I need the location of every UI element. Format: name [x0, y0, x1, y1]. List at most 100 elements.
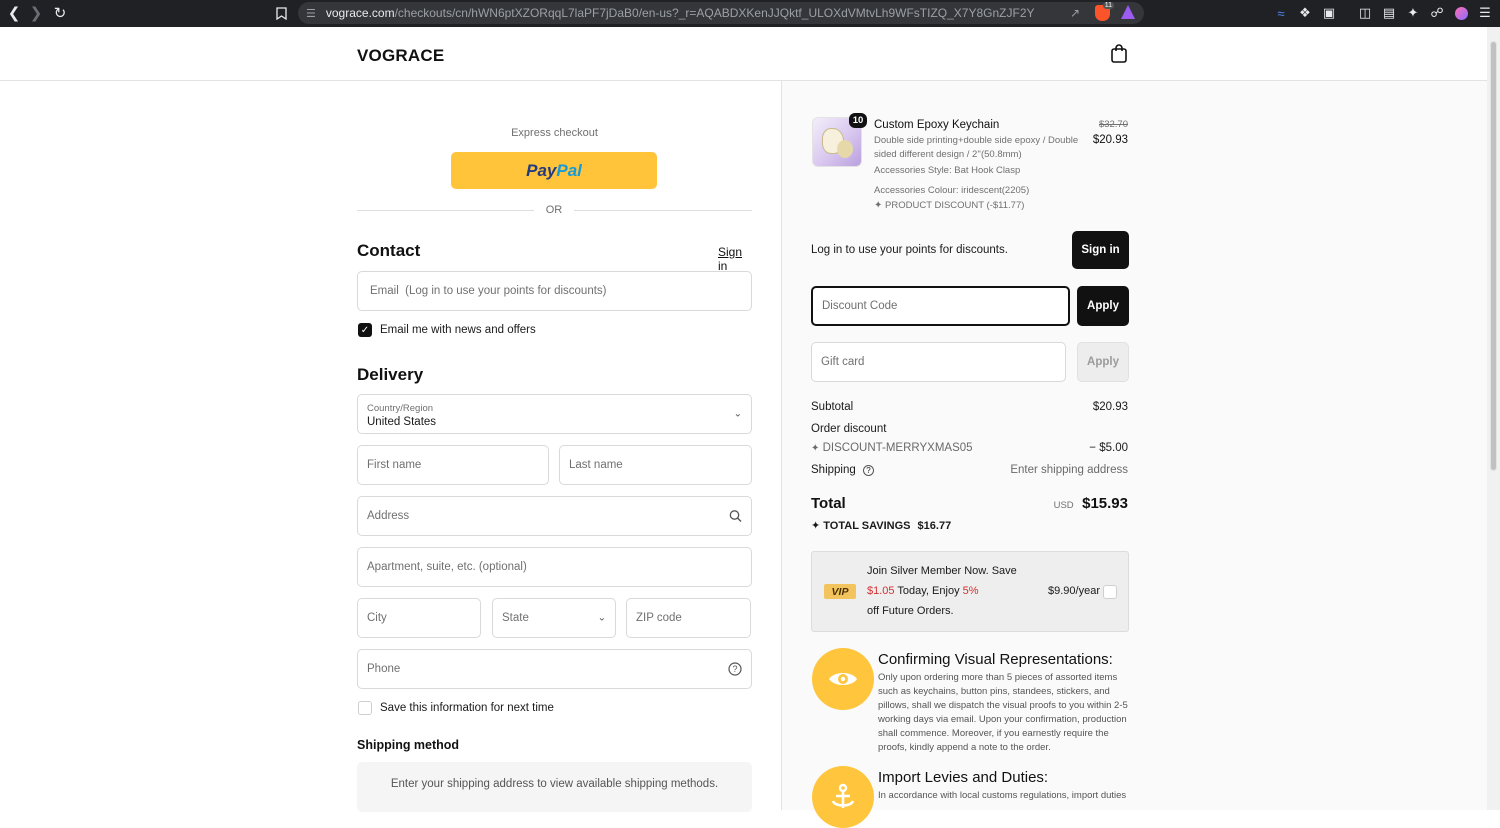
discounted-price: $20.93 — [1092, 134, 1128, 146]
newsletter-checkbox[interactable]: ✓ — [358, 323, 372, 337]
country-select[interactable]: Country/Region United States ⌄ — [357, 394, 752, 434]
points-sign-in-button[interactable]: Sign in — [1072, 231, 1129, 269]
url-text: vograce.com/checkouts/cn/hWN6ptXZORqqL7l… — [325, 6, 1035, 20]
shopping-bag-icon[interactable] — [1110, 43, 1128, 63]
address-placeholder: Address — [367, 510, 410, 522]
shipping-message: Enter your shipping address to view avai… — [390, 778, 719, 790]
sign-in-link[interactable]: Sign in — [718, 245, 752, 273]
back-icon[interactable]: ❮ — [3, 2, 25, 24]
first-name-field[interactable]: First name — [357, 445, 549, 485]
help-icon[interactable]: ? — [728, 662, 742, 676]
bookmark-icon[interactable] — [272, 4, 290, 22]
discount-code-input[interactable]: Discount Code — [811, 286, 1070, 326]
share-icon[interactable]: ↗ — [1070, 6, 1080, 20]
paypal-button[interactable]: Pay Pal — [451, 152, 657, 189]
wallet-connect-icon[interactable]: ≈ — [1272, 4, 1290, 22]
sidebar-icon[interactable]: ◫ — [1356, 4, 1374, 22]
extensions-icon[interactable]: ❖ — [1296, 4, 1314, 22]
vip-checkbox[interactable] — [1103, 585, 1117, 599]
state-placeholder: State — [502, 612, 529, 624]
info-body-visual: Only upon ordering more than 5 pieces of… — [878, 672, 1128, 753]
newsletter-label: Email me with news and offers — [380, 324, 536, 336]
express-checkout-label: Express checkout — [511, 127, 598, 139]
search-icon — [729, 510, 742, 522]
vip-today: Today, — [897, 585, 929, 597]
vip-enjoy: Enjoy — [932, 585, 960, 597]
shipping-methods-placeholder: Enter your shipping address to view avai… — [357, 762, 752, 812]
zip-field[interactable]: ZIP code — [626, 598, 751, 638]
help-icon[interactable]: ? — [862, 465, 874, 476]
country-label: Country/Region — [367, 403, 434, 414]
state-select[interactable]: State ⌄ — [492, 598, 616, 638]
total-savings-label: TOTAL SAVINGS — [823, 520, 911, 532]
zip-placeholder: ZIP code — [636, 612, 682, 624]
product-variant: Double side printing+double side epoxy /… — [874, 135, 1079, 160]
leo-ai-icon[interactable]: ✦ — [1404, 4, 1422, 22]
gift-card-placeholder: Gift card — [821, 356, 865, 368]
vip-line2: $1.05 Today, Enjoy 5% — [867, 585, 979, 597]
shipping-label: Shipping ? — [811, 464, 874, 476]
total-label: Total — [811, 495, 846, 512]
save-info-checkbox[interactable] — [358, 701, 372, 715]
city-field[interactable]: City — [357, 598, 481, 638]
country-value: United States — [367, 416, 437, 428]
first-name-placeholder: First name — [367, 459, 422, 471]
total-savings-value: $16.77 — [917, 520, 952, 532]
last-name-field[interactable]: Last name — [559, 445, 752, 485]
site-header: VOGRACE — [0, 27, 1487, 81]
info-title-levies: Import Levies and Duties: — [878, 769, 1049, 786]
contact-heading: Contact — [357, 241, 421, 260]
subtotal-label: Subtotal — [811, 401, 854, 413]
address-bar[interactable]: ☰ vograce.com/checkouts/cn/hWN6ptXZORqqL… — [298, 2, 1144, 24]
product-title: Custom Epoxy Keychain — [874, 119, 1000, 131]
menu-icon[interactable]: ☰ — [1476, 4, 1494, 22]
shipping-label-text: Shipping — [811, 464, 856, 476]
product-colour: Accessories Colour: iridescent(2205) — [874, 185, 1030, 196]
last-name-placeholder: Last name — [569, 459, 623, 471]
order-discount-label: Order discount — [811, 423, 887, 435]
city-placeholder: City — [367, 612, 387, 624]
total-amount: USD $15.93 — [1040, 495, 1128, 513]
forward-icon[interactable]: ❯ — [25, 2, 47, 24]
product-discount-label: PRODUCT DISCOUNT (-$11.77) — [885, 200, 1025, 211]
phone-field[interactable]: Phone ? — [357, 649, 752, 689]
total-savings: ✦ TOTAL SAVINGS $16.77 — [811, 519, 951, 532]
product-style: Accessories Style: Bat Hook Clasp — [874, 165, 1021, 176]
tag-icon: ✦ — [874, 200, 883, 211]
logo[interactable]: VOGRACE — [357, 46, 444, 66]
screenshot-icon[interactable]: ▣ — [1320, 4, 1338, 22]
product-discount: ✦ PRODUCT DISCOUNT (-$11.77) — [874, 199, 1024, 213]
save-info-label: Save this information for next time — [380, 702, 554, 714]
scrollbar-thumb[interactable] — [1490, 41, 1497, 471]
wallet-icon[interactable]: ▤ — [1380, 4, 1398, 22]
apartment-field[interactable]: Apartment, suite, etc. (optional) — [357, 547, 752, 587]
total-value: $15.93 — [1082, 495, 1128, 512]
quantity-badge: 10 — [849, 113, 867, 128]
tag-icon: ✦ — [811, 520, 821, 532]
gift-card-input[interactable]: Gift card — [811, 342, 1066, 382]
address-field[interactable]: Address — [357, 496, 752, 536]
vip-line3: off Future Orders. — [867, 605, 954, 617]
email-placeholder: Email (Log in to use your points for dis… — [370, 285, 607, 297]
apply-discount-button[interactable]: Apply — [1077, 286, 1129, 326]
discount-code-placeholder: Discount Code — [822, 300, 898, 312]
profile-avatar[interactable] — [1452, 4, 1470, 22]
brave-rewards-icon[interactable] — [1121, 5, 1135, 19]
apply-gift-card-button[interactable]: Apply — [1077, 342, 1129, 382]
phone-placeholder: Phone — [367, 663, 401, 675]
vip-line1: Join Silver Member Now. Save — [867, 565, 1017, 577]
delivery-heading: Delivery — [357, 365, 424, 384]
vpn-icon[interactable]: ☍ — [1428, 4, 1446, 22]
brave-badge: 11 — [1102, 2, 1114, 9]
info-body-levies: In accordance with local customs regulat… — [878, 790, 1127, 801]
tag-icon: ✦ — [811, 443, 820, 454]
or-divider-label: OR — [534, 204, 574, 216]
reload-icon[interactable]: ↻ — [49, 2, 71, 24]
info-title-visual: Confirming Visual Representations: — [878, 651, 1113, 668]
page-scrollbar[interactable] — [1487, 27, 1500, 810]
email-field[interactable]: Email (Log in to use your points for dis… — [357, 271, 752, 311]
vip-membership-offer: VIP Join Silver Member Now. Save $1.05 T… — [811, 551, 1129, 632]
apartment-placeholder: Apartment, suite, etc. (optional) — [367, 561, 527, 573]
chevron-down-icon: ⌄ — [733, 408, 742, 420]
site-settings-icon[interactable]: ☰ — [306, 7, 316, 20]
